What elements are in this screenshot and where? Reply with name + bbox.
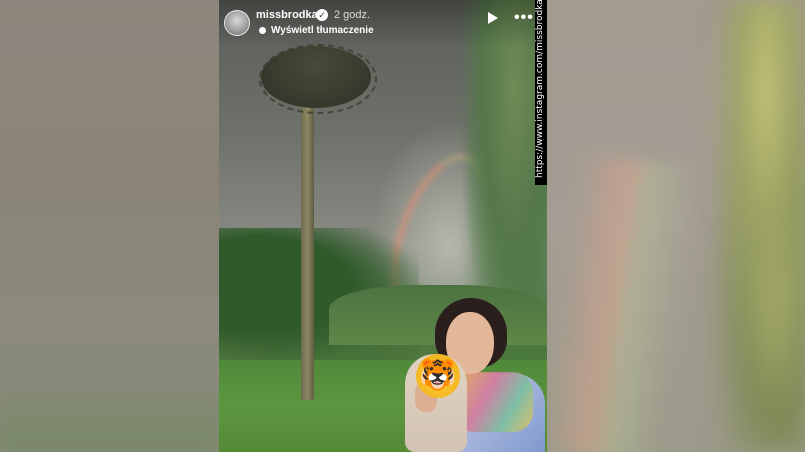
tiger-emoji-sticker: 🐯	[416, 354, 460, 398]
story-header: missbrodka ✓ 2 godz. Wyświetl tłumaczeni…	[219, 0, 547, 48]
more-dots-icon[interactable]: •••	[514, 9, 534, 27]
check-badge-icon: ✓	[316, 9, 328, 21]
translate-icon	[259, 27, 266, 34]
background-foliage	[700, 0, 805, 452]
avatar[interactable]	[224, 10, 250, 36]
story-username[interactable]: missbrodka	[256, 9, 318, 21]
background-left-grass	[0, 380, 219, 452]
stork-nest-rim	[259, 44, 377, 114]
story-timestamp: 2 godz.	[334, 9, 371, 21]
translate-link[interactable]: Wyświetl tłumaczenie	[271, 25, 374, 36]
source-url-text: https://www.instagram.com/missbrodka/?..…	[535, 0, 545, 178]
instagram-story[interactable]: 🐯 missbrodka ✓ 2 godz. Wyświetl tłumacze…	[219, 0, 547, 452]
source-url-watermark: https://www.instagram.com/missbrodka/?..…	[535, 0, 547, 185]
play-icon[interactable]	[488, 12, 498, 24]
stork-nest-pole	[301, 95, 314, 400]
